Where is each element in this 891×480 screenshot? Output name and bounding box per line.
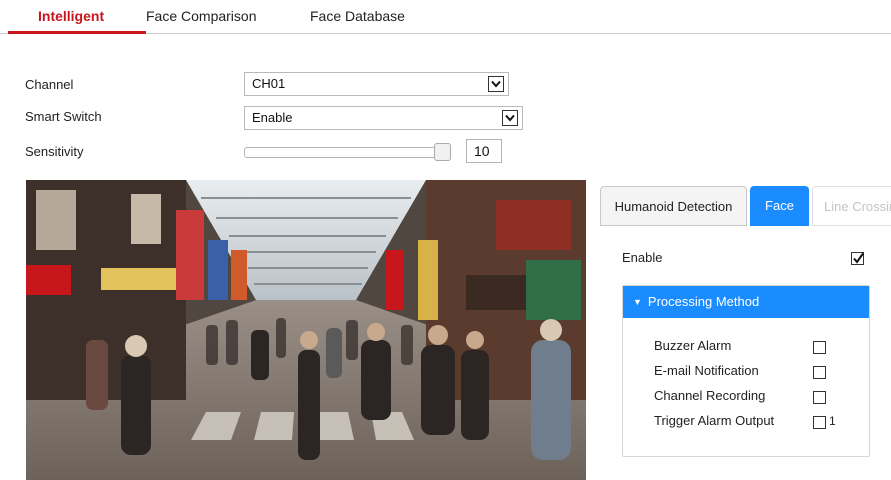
buzzer-alarm-label: Buzzer Alarm — [654, 338, 732, 353]
channel-recording-label: Channel Recording — [654, 388, 766, 403]
channel-recording-checkbox[interactable] — [813, 391, 826, 404]
tab-humanoid-detection[interactable]: Humanoid Detection — [600, 186, 747, 226]
alarm-output-number: 1 — [829, 414, 836, 428]
smart-switch-select[interactable]: Enable — [244, 106, 523, 130]
tab-face-database[interactable]: Face Database — [310, 8, 405, 24]
trigger-alarm-output-checkbox[interactable] — [813, 416, 826, 429]
chevron-down-icon — [488, 76, 504, 92]
tab-face-comparison[interactable]: Face Comparison — [146, 8, 257, 24]
processing-method-panel: ▼ Processing Method Buzzer Alarm E-mail N… — [622, 285, 870, 457]
smart-switch-select-value: Enable — [252, 110, 293, 125]
enable-checkbox[interactable] — [851, 252, 864, 265]
processing-method-title: Processing Method — [647, 294, 760, 309]
channel-select-value: CH01 — [252, 76, 286, 91]
sensitivity-slider-handle[interactable] — [434, 143, 451, 161]
sensitivity-label: Sensitivity — [25, 144, 84, 159]
tab-intelligent[interactable]: Intelligent — [38, 8, 104, 24]
active-tab-indicator — [8, 31, 146, 34]
processing-method-header[interactable]: ▼ Processing Method — [623, 286, 869, 318]
email-notification-label: E-mail Notification — [654, 363, 759, 378]
tab-face[interactable]: Face — [750, 186, 809, 226]
buzzer-alarm-checkbox[interactable] — [813, 341, 826, 354]
live-video-preview — [26, 180, 586, 480]
smart-switch-label: Smart Switch — [25, 109, 102, 124]
chevron-down-icon — [502, 110, 518, 126]
channel-label: Channel — [25, 77, 74, 92]
enable-label: Enable — [622, 250, 663, 265]
sensitivity-input[interactable]: 10 — [466, 139, 502, 163]
sensitivity-slider-track[interactable] — [244, 147, 450, 158]
email-notification-checkbox[interactable] — [813, 366, 826, 379]
channel-select[interactable]: CH01 — [244, 72, 509, 96]
trigger-alarm-output-label: Trigger Alarm Output — [654, 413, 775, 428]
caret-down-icon: ▼ — [633, 297, 642, 307]
top-tab-bar: Intelligent Face Comparison Face Databas… — [0, 0, 891, 34]
tab-line-crossing[interactable]: Line Crossing — [812, 186, 891, 226]
video-frame-image — [26, 180, 586, 480]
check-icon — [853, 252, 864, 264]
